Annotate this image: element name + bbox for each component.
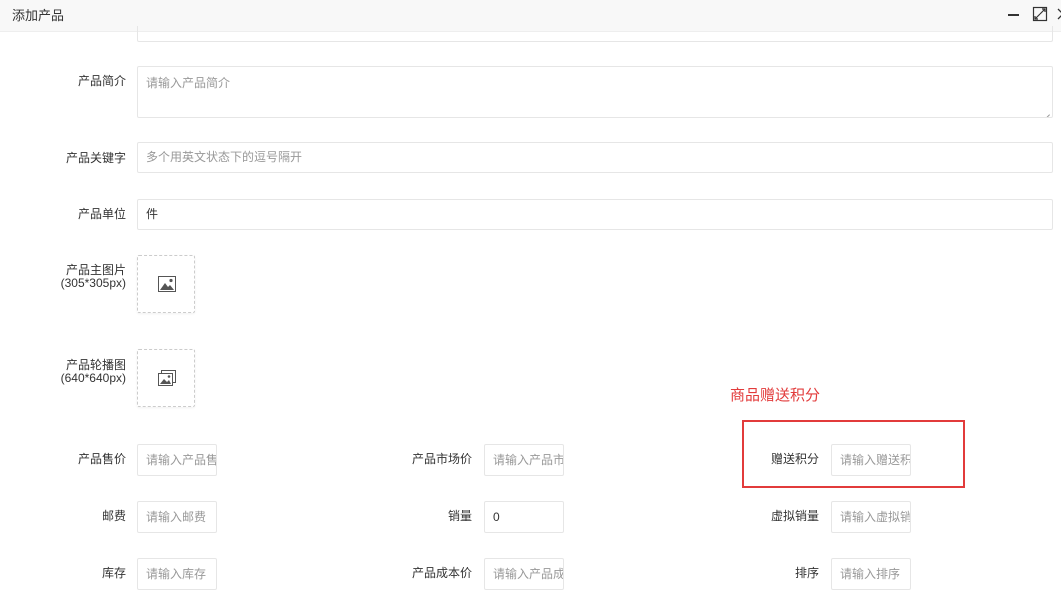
market-price-label: 产品市场价 (411, 452, 472, 466)
carousel-image-upload[interactable] (137, 349, 195, 407)
unit-label: 产品单位 (77, 207, 126, 221)
market-price-input[interactable]: 请输入产品市 (484, 444, 564, 476)
sales-label: 销量 (447, 509, 472, 523)
maximize-icon[interactable] (1032, 6, 1048, 22)
postage-label: 邮费 (101, 509, 126, 523)
cost-label: 产品成本价 (411, 566, 472, 580)
intro-placeholder: 请输入产品简介 (146, 76, 231, 90)
carousel-size: (640*640px) (60, 371, 126, 385)
points-input[interactable]: 请输入赠送积 (831, 444, 911, 476)
intro-label: 产品简介 (77, 74, 126, 88)
main-image-size: (305*305px) (60, 276, 126, 290)
stock-input[interactable]: 请输入库存 (137, 558, 217, 590)
main-image-upload[interactable] (137, 255, 195, 313)
image-icon (158, 276, 176, 292)
intro-textarea[interactable]: 请输入产品简介 (137, 66, 1053, 118)
postage-input[interactable]: 请输入邮费 (137, 501, 217, 533)
virtual-sales-input[interactable]: 请输入虚拟销 (831, 501, 911, 533)
minimize-icon[interactable] (1006, 6, 1022, 22)
close-icon[interactable] (1055, 6, 1061, 22)
unit-input[interactable]: 件 (137, 199, 1053, 230)
main-image-label: 产品主图片 (65, 263, 126, 277)
window-title: 添加产品 (12, 8, 65, 23)
keywords-label: 产品关键字 (65, 151, 126, 165)
cost-input[interactable]: 请输入产品成 (484, 558, 564, 590)
annotation-text: 商品赠送积分 (730, 387, 821, 404)
sales-input[interactable]: 0 (484, 501, 564, 533)
keywords-input[interactable]: 多个用英文状态下的逗号隔开 (137, 142, 1053, 173)
stock-label: 库存 (101, 566, 126, 580)
virtual-sales-label: 虚拟销量 (770, 509, 819, 523)
sort-input[interactable]: 请输入排序 (831, 558, 911, 590)
gallery-icon (158, 370, 176, 386)
points-label: 赠送积分 (770, 452, 819, 466)
resize-grip-icon[interactable] (1042, 107, 1050, 115)
price-label: 产品售价 (77, 452, 126, 466)
scrolled-input-field[interactable] (137, 26, 1053, 42)
sort-label: 排序 (794, 566, 819, 580)
price-input[interactable]: 请输入产品售 (137, 444, 217, 476)
carousel-label: 产品轮播图 (65, 358, 126, 372)
